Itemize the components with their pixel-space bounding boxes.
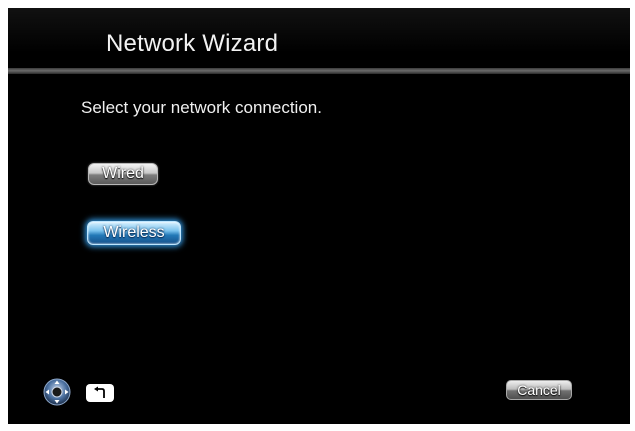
remote-dpad-icon [43, 378, 71, 406]
connection-prompt: Select your network connection. [81, 98, 322, 117]
wireless-option-button[interactable]: Wireless [87, 221, 181, 245]
title-bar: Network Wizard [8, 8, 630, 74]
return-arrow-icon [94, 386, 105, 398]
wired-option-button[interactable]: Wired [88, 163, 158, 185]
cancel-button[interactable]: Cancel [506, 380, 572, 400]
back-button[interactable] [86, 384, 114, 402]
page-title: Network Wizard [106, 30, 279, 57]
network-wizard-screen: Network Wizard Select your network conne… [8, 8, 630, 424]
